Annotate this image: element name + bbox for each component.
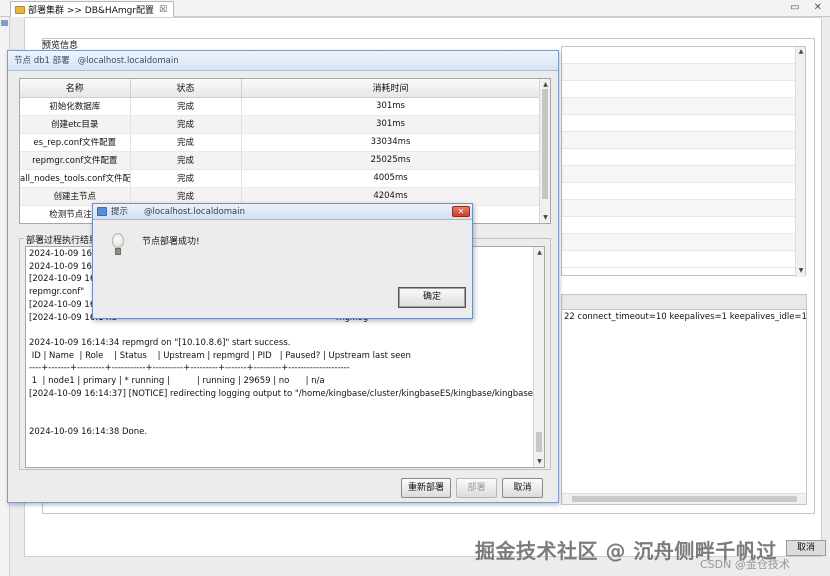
view-icon[interactable]	[1, 20, 8, 26]
editor-tab-bar: 部署集群 >> DB&HAmgr配置 ☒ ▭ ✕	[0, 0, 830, 17]
background-log-area: 22 connect_timeout=10 keepalives=1 keepa…	[561, 310, 807, 505]
prompt-title: 提示	[111, 206, 129, 217]
ok-button[interactable]: 确定	[398, 287, 466, 308]
close-icon[interactable]: ✕	[452, 206, 470, 217]
prompt-title-bar: 提示 @localhost.localdomain	[93, 204, 472, 220]
column-header-status[interactable]: 状态	[130, 79, 242, 98]
column-header-time[interactable]: 消耗时间	[241, 79, 541, 98]
result-legend: 部署过程执行结果	[24, 233, 101, 246]
table-row[interactable]: es_rep.conf文件配置 完成 33034ms	[20, 133, 541, 152]
background-cancel-button[interactable]: 取消	[786, 540, 826, 556]
deploy-log-scrollbar[interactable]: ▲ ▼	[533, 247, 544, 467]
background-log-line: 22 connect_timeout=10 keepalives=1 keepa…	[564, 312, 807, 322]
scroll-down-icon[interactable]: ▼	[541, 213, 550, 222]
table-row[interactable]: 创建etc目录 完成 301ms	[20, 115, 541, 134]
maximize-icon[interactable]: ✕	[814, 2, 822, 13]
editor-tab[interactable]: 部署集群 >> DB&HAmgr配置 ☒	[10, 1, 175, 17]
editor-tab-title: 部署集群 >> DB&HAmgr配置	[28, 6, 155, 16]
background-log-hscrollbar[interactable]	[562, 493, 806, 504]
dialog-title: 节点 db1 部署	[14, 56, 70, 66]
scroll-up-icon[interactable]: ▲	[535, 248, 544, 257]
prompt-dialog: 提示 @localhost.localdomain ✕ 节点部署成功! 确定	[92, 203, 473, 319]
background-log-header	[561, 294, 807, 310]
dialog-title-host: @localhost.localdomain	[77, 56, 179, 66]
redeploy-button[interactable]: 重新部署	[401, 478, 451, 498]
steps-table-scrollbar[interactable]: ▲ ▼	[539, 79, 550, 223]
cancel-button[interactable]: 取消	[502, 478, 543, 498]
prompt-app-icon	[97, 207, 107, 216]
tab-close-icon[interactable]: ☒	[159, 5, 167, 15]
scroll-thumb[interactable]	[542, 89, 548, 199]
steps-table: 名称 状态 消耗时间 初始化数据库 完成 301ms 创建etc目录 完成 301ms …	[20, 79, 541, 223]
dialog-title-bar: 节点 db1 部署 @localhost.localdomain	[8, 51, 558, 71]
deploy-button[interactable]: 部署	[456, 478, 497, 498]
background-table: ▲ ▼	[561, 46, 806, 277]
table-row[interactable]: 初始化数据库 完成 301ms	[20, 97, 541, 116]
background-table-scrollbar[interactable]: ▲ ▼	[795, 47, 805, 277]
prompt-host: @localhost.localdomain	[144, 206, 246, 217]
scroll-up-icon[interactable]: ▲	[541, 80, 550, 89]
folder-icon	[15, 5, 25, 14]
watermark-sub: CSDN @金仓技术	[700, 558, 790, 571]
scroll-down-icon[interactable]: ▼	[535, 457, 544, 466]
scroll-thumb[interactable]	[536, 432, 542, 452]
table-row[interactable]: repmgr.conf文件配置 完成 25025ms	[20, 151, 541, 170]
lightbulb-icon	[111, 233, 125, 261]
column-header-name[interactable]: 名称	[20, 79, 131, 98]
minimize-icon[interactable]: ▭	[790, 2, 799, 13]
table-row[interactable]: all_nodes_tools.conf文件配置 完成 4005ms	[20, 169, 541, 188]
prompt-message: 节点部署成功!	[142, 237, 200, 247]
